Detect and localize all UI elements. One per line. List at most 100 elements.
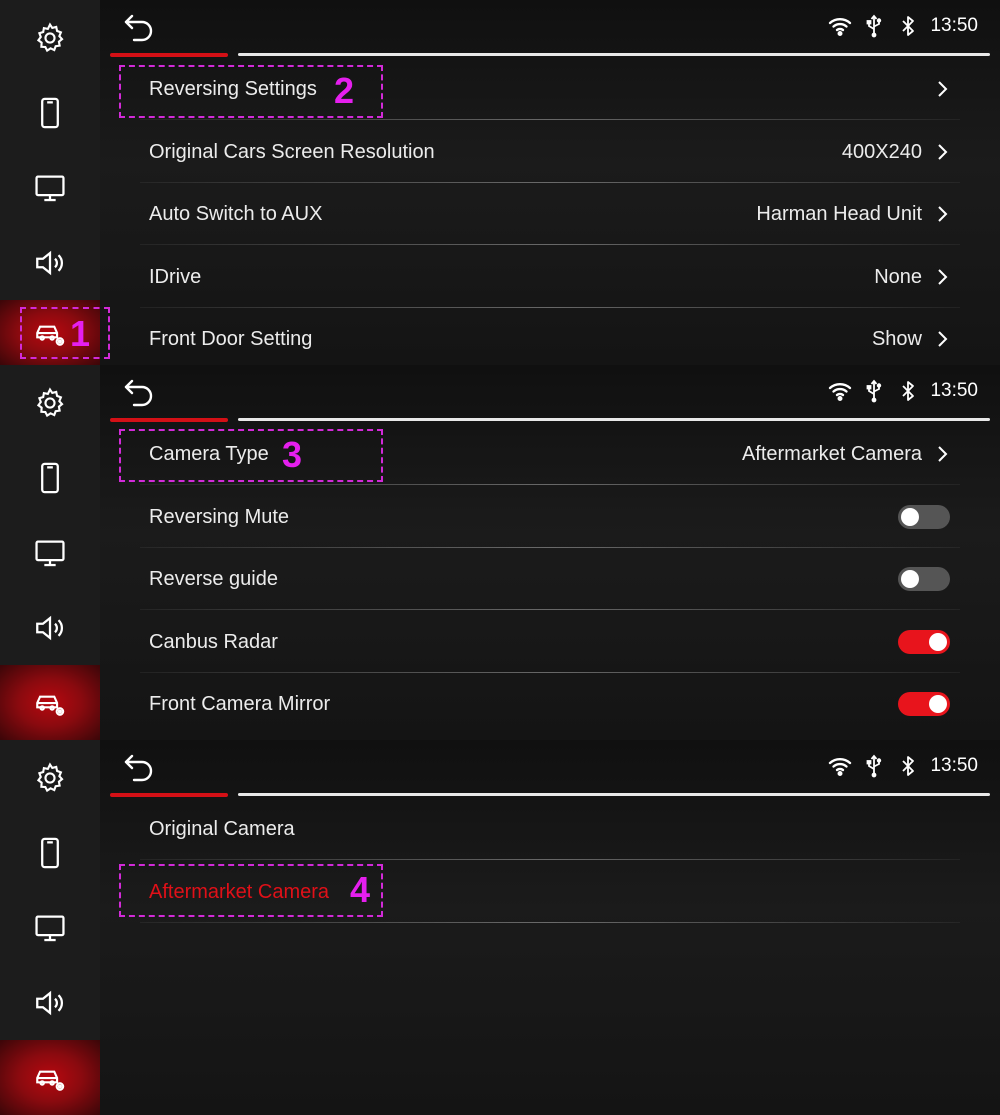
sidebar-item-car-settings[interactable] bbox=[0, 1040, 100, 1115]
sidebar-item-sound[interactable] bbox=[0, 590, 100, 665]
row-value: 400X240 bbox=[841, 140, 922, 163]
chevron-right-icon bbox=[938, 81, 948, 97]
reversing-mute-toggle[interactable] bbox=[898, 505, 950, 529]
settings-screen-2: 13:50 Camera Type Aftermarket Camera Rev… bbox=[0, 365, 1000, 740]
row-canbus-radar: Canbus Radar bbox=[110, 611, 990, 673]
sidebar-item-display[interactable] bbox=[0, 890, 100, 965]
row-label: Reverse guide bbox=[149, 567, 278, 590]
status-bar: 13:50 bbox=[828, 14, 978, 38]
sidebar-item-general[interactable] bbox=[0, 740, 100, 815]
callout-box-1 bbox=[20, 307, 110, 359]
row-front-camera-mirror: Front Camera Mirror bbox=[110, 673, 990, 735]
wifi-icon bbox=[829, 383, 852, 402]
bluetooth-icon bbox=[902, 381, 915, 401]
row-label: Canbus Radar bbox=[149, 630, 278, 653]
car-settings-icon bbox=[36, 1070, 65, 1091]
usb-icon bbox=[867, 379, 882, 403]
row-value: None bbox=[874, 265, 922, 288]
callout-number-2: 2 bbox=[334, 70, 355, 111]
main-content: 13:50 Camera Type Aftermarket Camera Rev… bbox=[100, 365, 1000, 740]
sidebar-item-general[interactable] bbox=[0, 0, 100, 75]
top-bar: 13:50 bbox=[100, 0, 1000, 57]
sidebar-item-phone[interactable] bbox=[0, 75, 100, 150]
row-label: Original Cars Screen Resolution bbox=[149, 140, 435, 163]
back-arrow-icon[interactable] bbox=[122, 752, 158, 782]
row-label: Original Camera bbox=[149, 817, 295, 840]
row-idrive[interactable]: IDrive None bbox=[110, 246, 990, 308]
toggle-knob bbox=[929, 633, 947, 651]
chevron-right-icon bbox=[938, 206, 948, 222]
callout-number-4: 4 bbox=[350, 869, 371, 910]
option-original-camera[interactable]: Original Camera bbox=[110, 798, 990, 860]
sidebar-item-general[interactable] bbox=[0, 365, 100, 440]
gear-icon bbox=[36, 386, 64, 417]
monitor-icon bbox=[35, 175, 65, 201]
chevron-right-icon bbox=[938, 269, 948, 285]
row-front-door-setting[interactable]: Front Door Setting Show bbox=[110, 308, 990, 365]
row-value: Aftermarket Camera bbox=[741, 442, 922, 465]
sidebar-item-phone[interactable] bbox=[0, 440, 100, 515]
car-settings-icon bbox=[36, 695, 65, 716]
main-content: 13:50 Reversing Settings Original Cars S… bbox=[100, 0, 1000, 365]
top-bar: 13:50 bbox=[100, 740, 1000, 797]
row-screen-resolution[interactable]: Original Cars Screen Resolution 400X240 bbox=[110, 121, 990, 183]
status-bar: 13:50 bbox=[828, 754, 978, 778]
sidebar-item-car-settings[interactable] bbox=[0, 665, 100, 740]
sidebar-item-display[interactable] bbox=[0, 150, 100, 225]
toggle-knob bbox=[901, 570, 919, 588]
chevron-right-icon bbox=[938, 144, 948, 160]
row-auto-switch-aux[interactable]: Auto Switch to AUX Harman Head Unit bbox=[110, 183, 990, 245]
toggle-knob bbox=[901, 508, 919, 526]
bluetooth-icon bbox=[902, 16, 915, 36]
wifi-icon bbox=[829, 18, 852, 37]
row-value: Show bbox=[871, 327, 922, 350]
page-indicator bbox=[110, 793, 990, 797]
phone-icon bbox=[41, 97, 59, 128]
sidebar-item-sound[interactable] bbox=[0, 225, 100, 300]
sidebar-item-phone[interactable] bbox=[0, 815, 100, 890]
sidebar bbox=[0, 740, 100, 1115]
chevron-right-icon bbox=[938, 331, 948, 347]
row-value: Harman Head Unit bbox=[756, 202, 922, 225]
top-bar: 13:50 bbox=[100, 365, 1000, 422]
row-reversing-mute: Reversing Mute bbox=[110, 486, 990, 548]
status-bar: 13:50 bbox=[828, 379, 978, 403]
chevron-right-icon bbox=[938, 446, 948, 462]
row-label: Front Camera Mirror bbox=[149, 692, 331, 715]
monitor-icon bbox=[35, 915, 65, 941]
clock: 13:50 bbox=[930, 755, 978, 776]
speaker-icon bbox=[36, 250, 63, 275]
settings-screen-1: 13:50 Reversing Settings Original Cars S… bbox=[0, 0, 1000, 365]
camera-type-screen: 13:50 Original Camera Aftermarket Camera… bbox=[0, 740, 1000, 1115]
page-indicator bbox=[110, 418, 990, 422]
callout-box-3 bbox=[119, 429, 383, 482]
row-reverse-guide: Reverse guide bbox=[110, 548, 990, 610]
callout-number-3: 3 bbox=[282, 434, 303, 475]
sidebar bbox=[0, 365, 100, 740]
wifi-icon bbox=[829, 758, 852, 777]
callout-number-1: 1 bbox=[70, 313, 91, 354]
usb-icon bbox=[867, 754, 882, 778]
row-label: Reversing Mute bbox=[149, 505, 290, 528]
clock: 13:50 bbox=[930, 380, 978, 401]
page-indicator bbox=[110, 53, 990, 57]
gear-icon bbox=[36, 761, 64, 792]
sidebar-item-sound[interactable] bbox=[0, 965, 100, 1040]
phone-icon bbox=[41, 837, 59, 868]
toggle-knob bbox=[929, 695, 947, 713]
speaker-icon bbox=[36, 615, 63, 640]
bluetooth-icon bbox=[902, 756, 915, 776]
back-arrow-icon[interactable] bbox=[122, 377, 158, 407]
clock: 13:50 bbox=[930, 15, 978, 36]
back-arrow-icon[interactable] bbox=[122, 12, 158, 42]
main-content: 13:50 Original Camera Aftermarket Camera bbox=[100, 740, 1000, 1115]
speaker-icon bbox=[36, 990, 63, 1015]
canbus-radar-toggle[interactable] bbox=[898, 630, 950, 654]
row-label: Auto Switch to AUX bbox=[149, 202, 323, 225]
usb-icon bbox=[867, 14, 882, 38]
reverse-guide-toggle[interactable] bbox=[898, 567, 950, 591]
sidebar-item-display[interactable] bbox=[0, 515, 100, 590]
callout-box-4 bbox=[119, 864, 383, 917]
row-label: IDrive bbox=[149, 265, 202, 288]
front-camera-mirror-toggle[interactable] bbox=[898, 692, 950, 716]
